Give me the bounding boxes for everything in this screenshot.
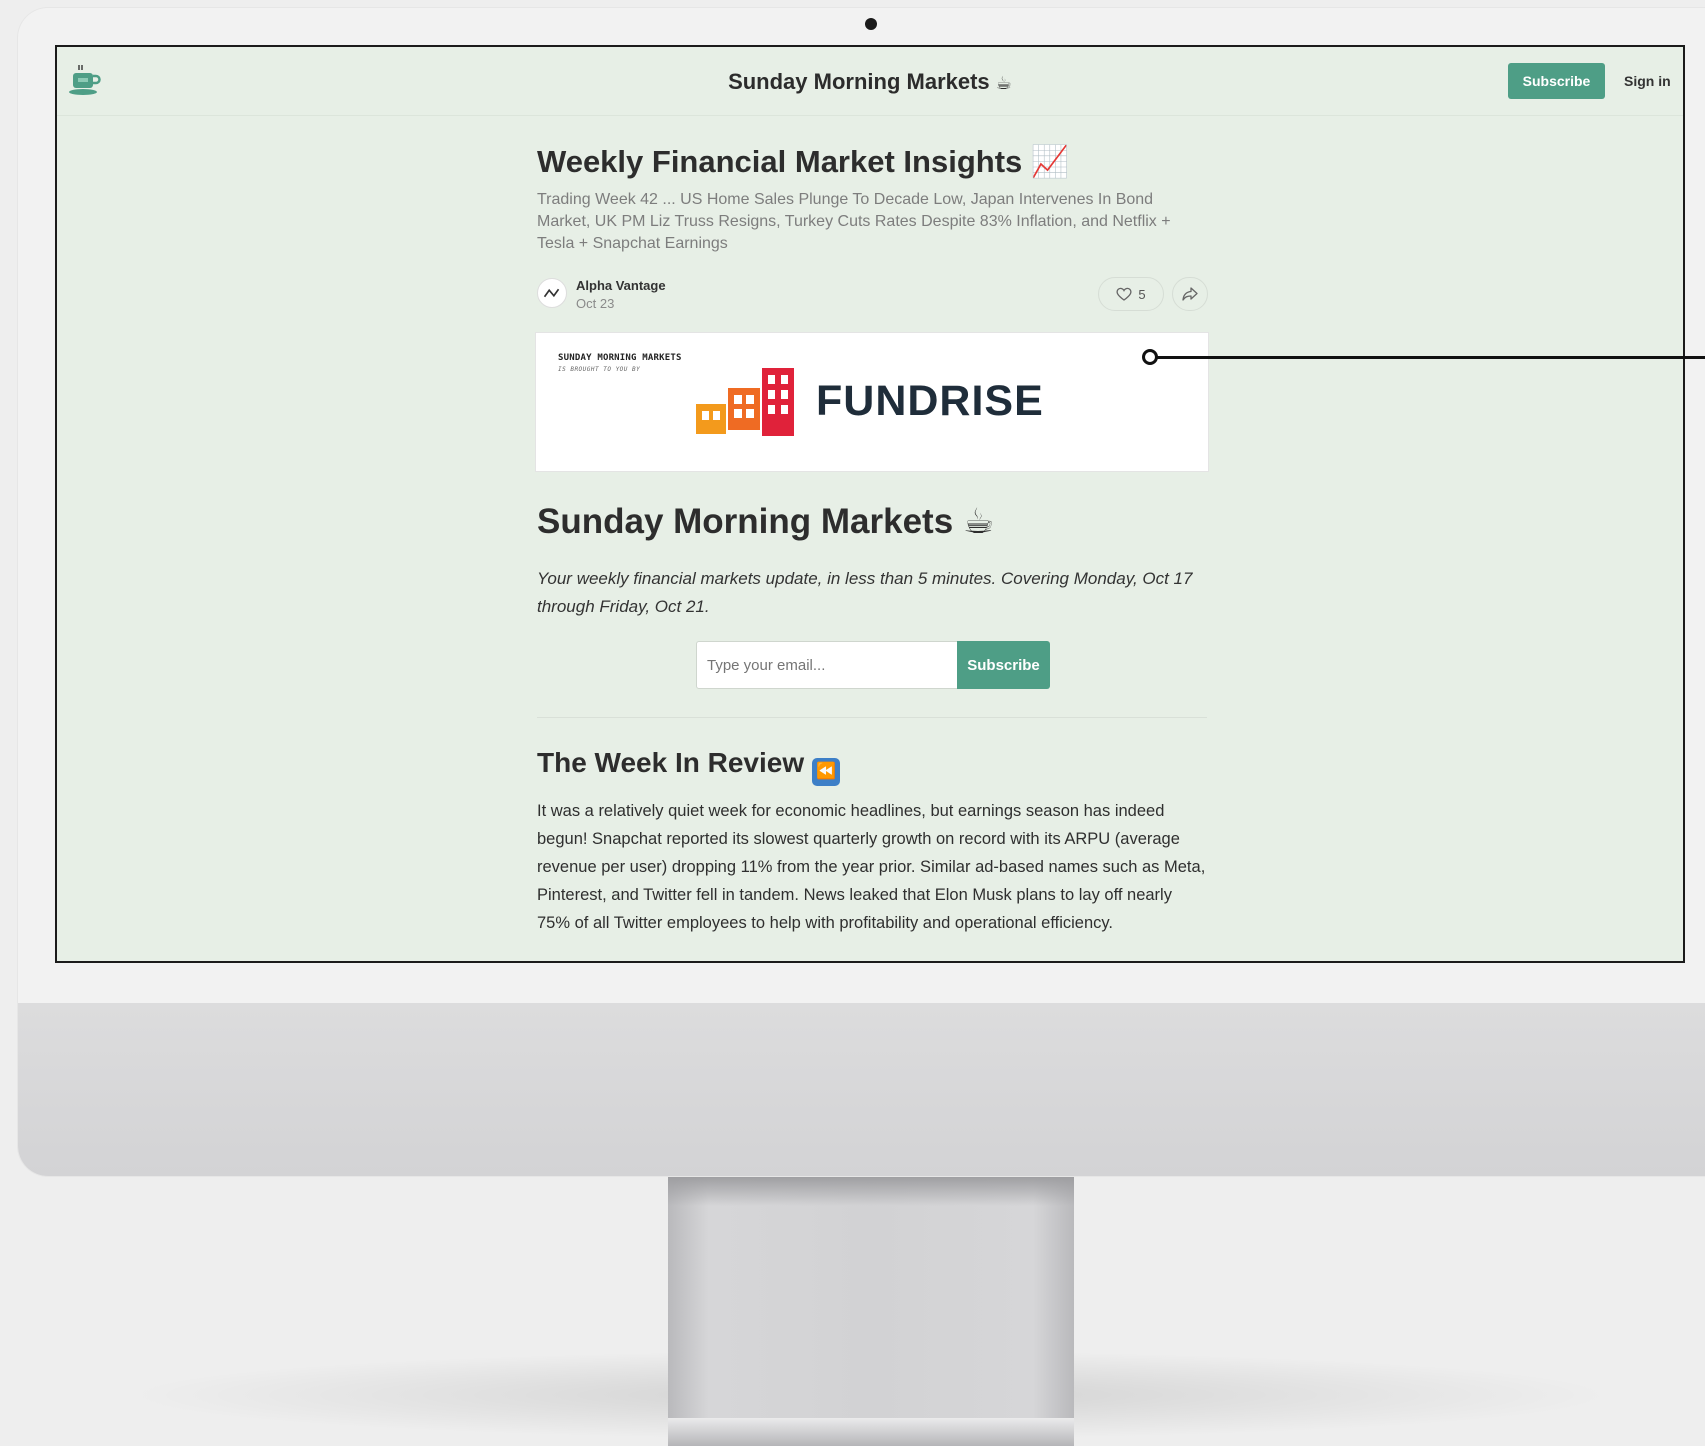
post-title: Weekly Financial Market Insights 📈 (537, 143, 1207, 180)
section-heading-text: The Week In Review (537, 747, 805, 778)
email-input[interactable] (696, 641, 959, 689)
post-date: Oct 23 (576, 296, 615, 311)
callout-dot (1142, 349, 1158, 365)
section-heading: The Week In Review ⏪ (537, 747, 1207, 786)
rewind-icon: ⏪ (811, 758, 840, 786)
author-name[interactable]: Alpha Vantage (576, 278, 666, 293)
sponsor-banner[interactable]: SUNDAY MORNING MARKETS IS BROUGHT TO YOU… (535, 332, 1209, 472)
chart-increasing-icon: 📈 (1030, 144, 1070, 179)
coffee-emoji-icon: ☕ (962, 502, 995, 541)
email-subscribe-button[interactable]: Subscribe (957, 641, 1050, 689)
callout-line (1153, 356, 1705, 359)
site-header: Sunday Morning Markets ☕ Subscribe Sign … (57, 47, 1683, 116)
like-count: 5 (1138, 286, 1146, 302)
site-title-text: Sunday Morning Markets (728, 69, 990, 94)
banner-line-1: SUNDAY MORNING MARKETS (558, 353, 682, 363)
fundrise-buildings-logo (696, 368, 794, 436)
author-avatar[interactable] (537, 278, 567, 308)
newsletter-heading-text: Sunday Morning Markets (537, 502, 954, 541)
header-subscribe-button[interactable]: Subscribe (1508, 63, 1605, 99)
post-title-text: Weekly Financial Market Insights (537, 144, 1023, 179)
monitor-stand-shadow (668, 1176, 1074, 1206)
post-subtitle: Trading Week 42 ... US Home Sales Plunge… (537, 191, 1171, 252)
monitor-stand-foot (668, 1418, 1074, 1446)
monitor-chin (18, 1003, 1705, 1176)
share-button[interactable] (1172, 277, 1208, 311)
coffee-emoji-icon: ☕ (995, 73, 1012, 93)
share-arrow-icon (1182, 287, 1198, 301)
camera-icon (865, 18, 877, 30)
wave-logo-icon (543, 288, 560, 298)
section-body: It was a relatively quiet week for econo… (537, 802, 1206, 932)
heart-icon (1116, 287, 1132, 301)
newsletter-intro: Your weekly financial markets update, in… (537, 569, 1193, 616)
banner-line-2: IS BROUGHT TO YOU BY (558, 366, 641, 373)
monitor-stand (668, 1176, 1074, 1446)
browser-screen: Sunday Morning Markets ☕ Subscribe Sign … (55, 45, 1685, 963)
banner-sponsor-name: FUNDRISE (816, 377, 1044, 425)
like-button[interactable]: 5 (1098, 277, 1164, 311)
sign-in-link[interactable]: Sign in (1624, 73, 1671, 89)
site-title[interactable]: Sunday Morning Markets ☕ (57, 69, 1683, 95)
newsletter-heading: Sunday Morning Markets ☕ (537, 502, 1207, 542)
section-divider (537, 717, 1207, 718)
